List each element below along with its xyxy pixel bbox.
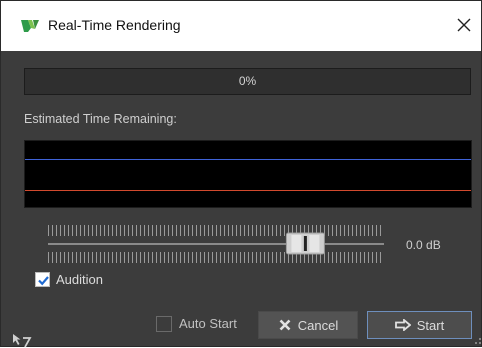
title-bar: Real-Time Rendering [1, 1, 481, 51]
start-label: Start [416, 317, 445, 333]
auto-start-label: Auto Start [179, 316, 237, 331]
scope-line-blue [25, 159, 471, 160]
auto-start-checkbox-box[interactable] [156, 316, 172, 332]
estimated-time-label: Estimated Time Remaining: [24, 112, 177, 126]
start-button[interactable]: Start [367, 311, 472, 339]
cursor-icon [13, 334, 32, 348]
gain-slider[interactable] [48, 222, 384, 266]
start-arrow-icon [394, 319, 411, 331]
audio-scope-display [24, 140, 472, 208]
slider-ticks-bottom [48, 252, 381, 263]
checkmark-icon [38, 276, 49, 286]
cancel-button[interactable]: Cancel [258, 311, 358, 339]
slider-ticks-top [48, 225, 381, 236]
cancel-label: Cancel [297, 317, 339, 333]
wavelab-logo-icon [21, 20, 39, 32]
progress-text: 0% [238, 74, 257, 88]
slider-thumb[interactable] [285, 232, 325, 255]
progress-bar: 0% [24, 68, 471, 95]
x-icon [279, 319, 291, 331]
real-time-rendering-dialog: Real-Time Rendering 0% Estimated Time Re… [0, 0, 482, 348]
audition-checkbox-box[interactable] [35, 272, 50, 287]
window-title: Real-Time Rendering [48, 17, 181, 33]
audition-label: Audition [56, 272, 103, 287]
gain-readout: 0.0 dB [406, 238, 441, 252]
scope-line-red [25, 190, 471, 191]
resize-grip-icon[interactable] [474, 337, 482, 347]
slider-track [48, 243, 384, 245]
close-icon[interactable] [452, 13, 476, 37]
